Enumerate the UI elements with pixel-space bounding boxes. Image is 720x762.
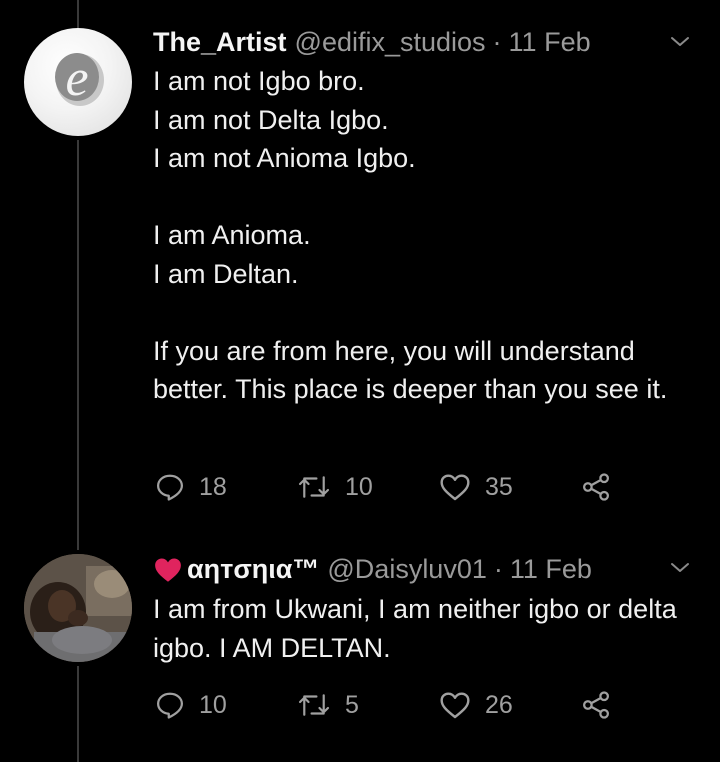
logo-letter: e bbox=[65, 50, 88, 107]
reply-icon bbox=[157, 692, 183, 719]
retweet-icon bbox=[298, 694, 330, 716]
chevron-down-icon[interactable] bbox=[668, 556, 692, 580]
handle[interactable]: @edifix_studios bbox=[295, 26, 486, 58]
retweet-count: 10 bbox=[345, 472, 373, 501]
avatar[interactable]: e bbox=[24, 28, 132, 136]
tweet-actions: 10 5 26 bbox=[155, 690, 611, 720]
retweet-icon bbox=[298, 476, 330, 498]
thread-connector-line bbox=[77, 140, 79, 550]
tweet-text: I am not Igbo bro. I am not Delta Igbo. … bbox=[153, 62, 693, 409]
like-button[interactable]: 35 bbox=[439, 472, 581, 502]
reply-button[interactable]: 10 bbox=[155, 690, 297, 720]
share-button[interactable] bbox=[581, 690, 611, 720]
avatar[interactable] bbox=[24, 554, 132, 662]
tweet-line: I am not Anioma Igbo. bbox=[153, 143, 416, 173]
like-button[interactable]: 26 bbox=[439, 690, 581, 720]
retweet-count: 5 bbox=[345, 690, 359, 719]
tweet-line: If you are from here, you will understan… bbox=[153, 335, 668, 405]
retweet-button[interactable]: 5 bbox=[297, 690, 439, 720]
red-heart-icon bbox=[155, 557, 181, 582]
tweet-line: I am not Igbo bro. bbox=[153, 66, 365, 96]
reply-button[interactable]: 18 bbox=[155, 472, 297, 502]
tweet-actions: 18 10 35 bbox=[155, 472, 611, 502]
tweet-blank-line bbox=[153, 178, 693, 217]
separator: · bbox=[492, 27, 502, 57]
heart-icon bbox=[440, 474, 470, 501]
share-icon bbox=[583, 691, 609, 719]
thread-connector-line bbox=[77, 666, 79, 762]
timestamp[interactable]: 11 Feb bbox=[509, 26, 591, 58]
reply-count: 18 bbox=[199, 472, 227, 501]
timestamp[interactable]: 11 Feb bbox=[510, 553, 592, 585]
tweet-line: I am from Ukwani, I am neither igbo or d… bbox=[153, 594, 677, 663]
edifix-logo: e bbox=[55, 50, 104, 107]
share-icon bbox=[583, 473, 609, 501]
profile-photo bbox=[24, 554, 132, 662]
tweet-line: I am Anioma. bbox=[153, 220, 311, 250]
tweet-line: I am Deltan. bbox=[153, 258, 299, 289]
reply-icon bbox=[157, 474, 183, 501]
like-count: 26 bbox=[485, 690, 513, 719]
display-name[interactable]: αηтσηια™ bbox=[187, 553, 319, 585]
tweet-header: The_Artist @edifix_studios · 11 Feb bbox=[153, 26, 591, 58]
share-button[interactable] bbox=[581, 472, 611, 502]
tweet-line: I am not Delta Igbo. bbox=[153, 104, 389, 135]
tweet-header: αηтσηια™ @Daisyluv01 · 11 Feb bbox=[153, 553, 592, 585]
display-name[interactable]: The_Artist bbox=[153, 26, 287, 58]
retweet-button[interactable]: 10 bbox=[297, 472, 439, 502]
heart-icon bbox=[440, 692, 470, 719]
separator: · bbox=[493, 554, 503, 584]
tweet-text: I am from Ukwani, I am neither igbo or d… bbox=[153, 590, 693, 667]
tweet-blank-line bbox=[153, 293, 693, 332]
like-count: 35 bbox=[485, 472, 513, 501]
reply-count: 10 bbox=[199, 690, 227, 719]
chevron-down-icon[interactable] bbox=[668, 30, 692, 54]
handle[interactable]: @Daisyluv01 bbox=[327, 553, 486, 585]
